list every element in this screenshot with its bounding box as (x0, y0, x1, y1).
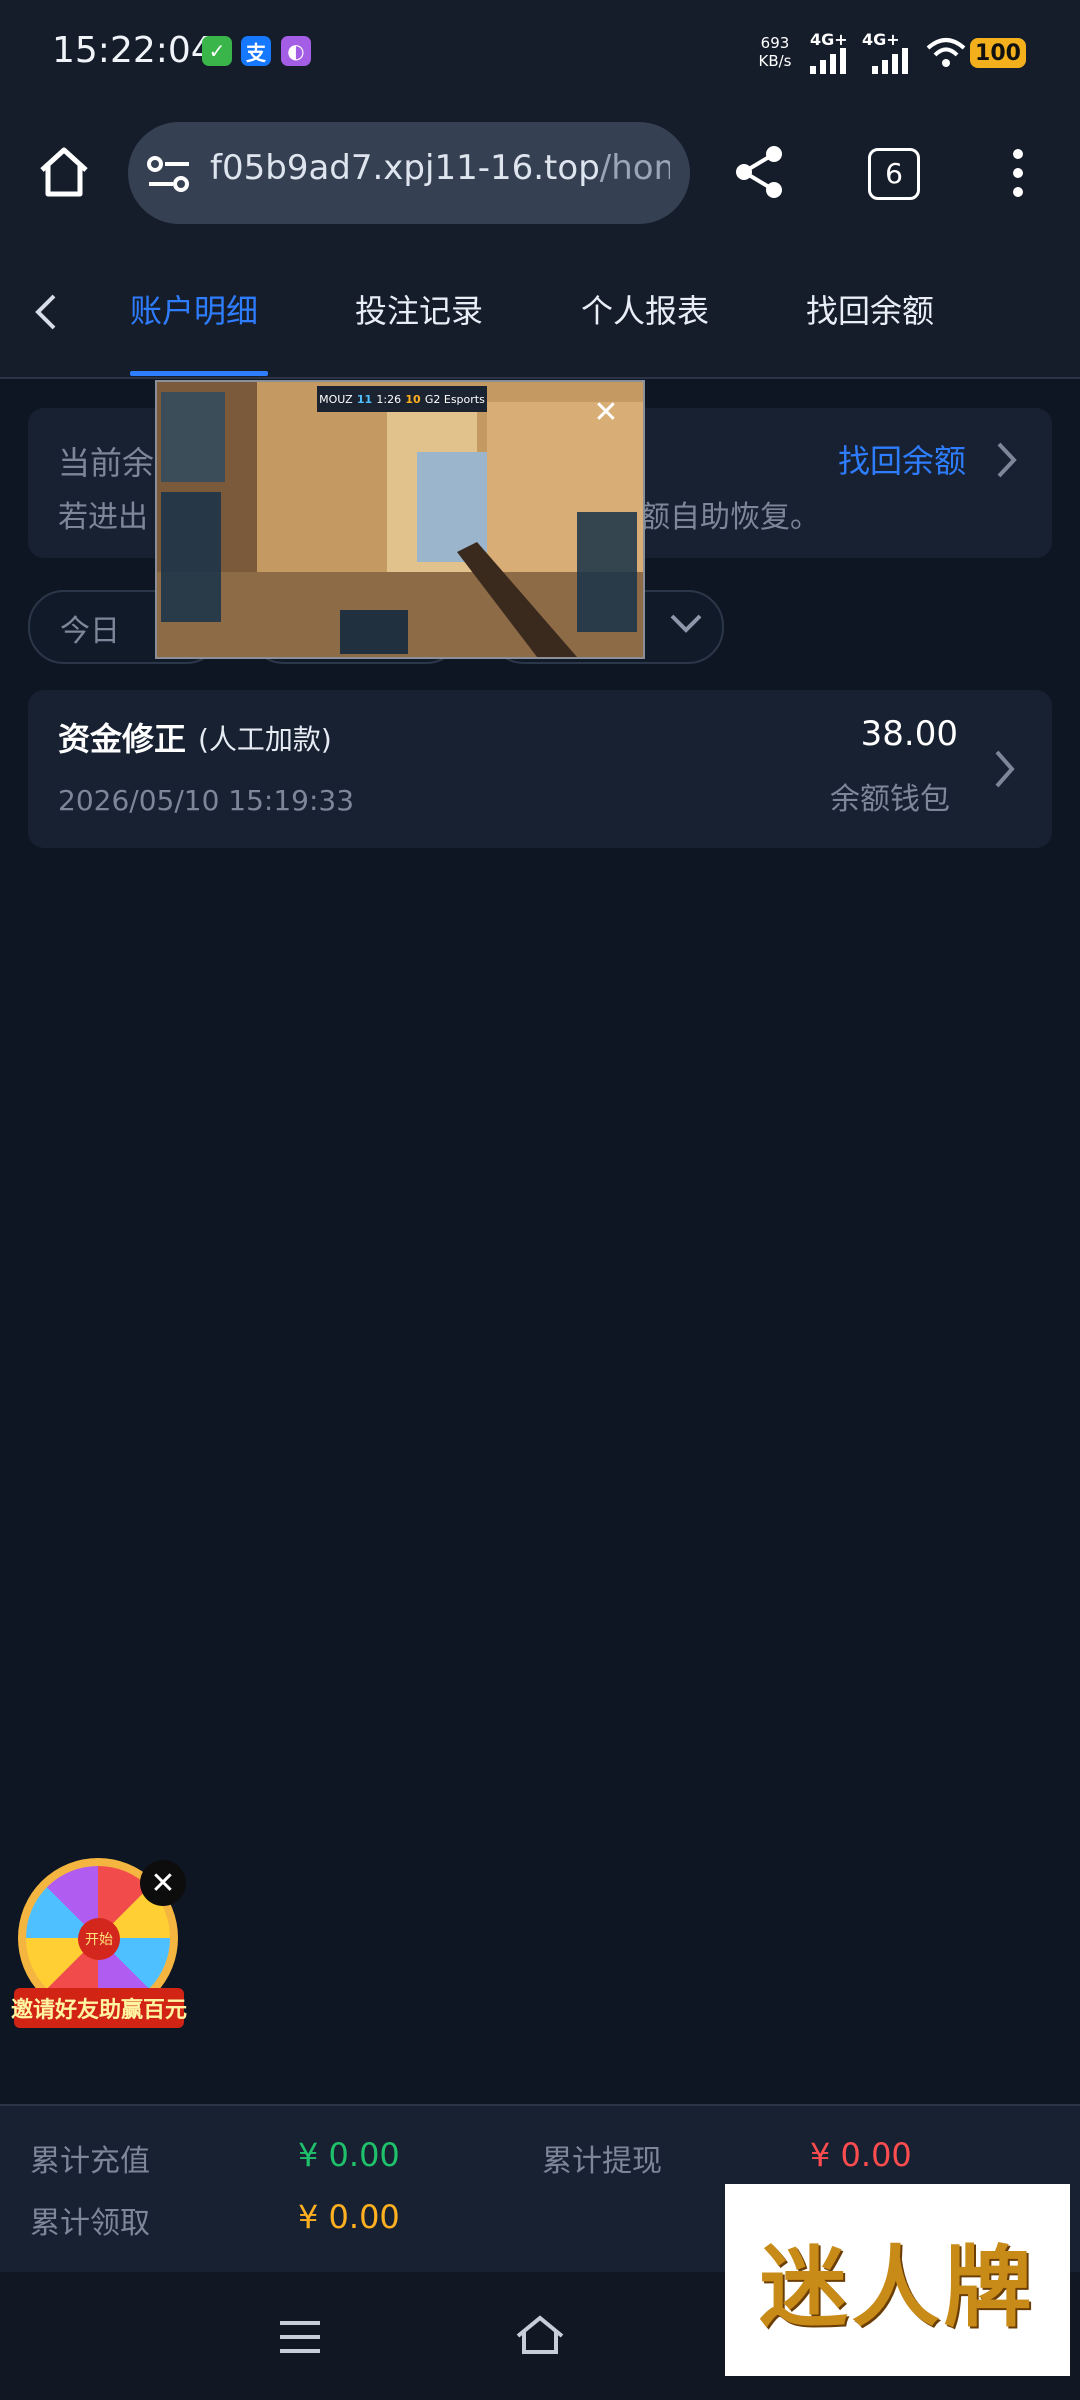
match-scoreboard: MOUZ 11 1:26 10 G2 Esports (317, 386, 487, 412)
url-text[interactable]: f05b9ad7.xpj11-16.top/home/re (210, 148, 670, 188)
total-claim-label: 累计领取 (30, 2206, 150, 2241)
tab-personal-report[interactable]: 个人报表 (581, 286, 709, 332)
network-type-2: 4G+ (862, 30, 900, 49)
app-notification-icon: ◐ (281, 36, 311, 66)
chevron-down-icon (670, 614, 702, 633)
more-menu-icon[interactable] (1008, 146, 1028, 200)
floating-video-player[interactable]: MOUZ 11 1:26 10 G2 Esports ✕ (155, 380, 645, 659)
total-withdraw-value: ¥ 0.00 (810, 2136, 912, 2174)
invite-friends-banner[interactable]: 邀请好友助赢百元 (11, 1988, 187, 2028)
transaction-wallet: 余额钱包 (830, 782, 950, 817)
transaction-subtitle: (人工加款) (198, 723, 332, 756)
tab-bet-records[interactable]: 投注记录 (355, 286, 483, 332)
transaction-title: 资金修正 (58, 720, 187, 758)
transaction-datetime: 2026/05/10 15:19:33 (58, 784, 355, 817)
balance-desc-right: 额自助恢复。 (640, 500, 820, 535)
balance-desc-left: 若进出 (58, 500, 148, 535)
date-filter-label: 今日 (60, 614, 120, 649)
total-claim-value: ¥ 0.00 (298, 2198, 400, 2236)
share-icon[interactable] (732, 144, 788, 200)
close-promo-icon[interactable]: ✕ (140, 1860, 186, 1906)
alipay-icon: 支 (241, 36, 271, 66)
transaction-amount: 38.00 (860, 714, 958, 754)
total-recharge-label: 累计充值 (30, 2144, 150, 2179)
brand-ad-box[interactable]: 迷人牌 (725, 2184, 1070, 2376)
balance-title: 当前余 (58, 444, 155, 482)
menu-icon[interactable] (278, 2318, 322, 2356)
system-home-icon[interactable] (514, 2314, 566, 2356)
brand-ad-text: 迷人牌 (759, 2234, 1036, 2339)
wifi-icon (926, 38, 966, 67)
tab-account-details[interactable]: 账户明细 (130, 286, 258, 332)
chevron-right-icon[interactable] (992, 748, 1018, 790)
total-recharge-value: ¥ 0.00 (298, 2136, 400, 2174)
total-withdraw-label: 累计提现 (542, 2144, 662, 2179)
status-time: 15:22:04 (52, 30, 214, 71)
close-video-icon[interactable]: ✕ (589, 396, 623, 430)
video-frame (157, 382, 643, 657)
home-icon[interactable] (36, 144, 92, 200)
network-speed: 693 KB/s (758, 34, 792, 70)
network-type-1: 4G+ (810, 30, 848, 49)
recover-balance-link[interactable]: 找回余额 (838, 436, 966, 482)
signal-icon-2 (872, 48, 908, 74)
wechat-pay-icon: ✓ (202, 36, 232, 66)
tab-recover-balance[interactable]: 找回余额 (806, 286, 934, 332)
signal-icon (810, 48, 846, 74)
wheel-start[interactable]: 开始 (78, 1918, 120, 1960)
site-settings-icon[interactable] (145, 152, 193, 196)
back-chevron-icon[interactable] (28, 290, 62, 334)
active-tab-indicator (130, 371, 268, 376)
chevron-right-icon[interactable] (994, 440, 1020, 480)
tab-switcher-button[interactable]: 6 (868, 148, 920, 200)
battery-indicator: 100 (970, 38, 1026, 68)
